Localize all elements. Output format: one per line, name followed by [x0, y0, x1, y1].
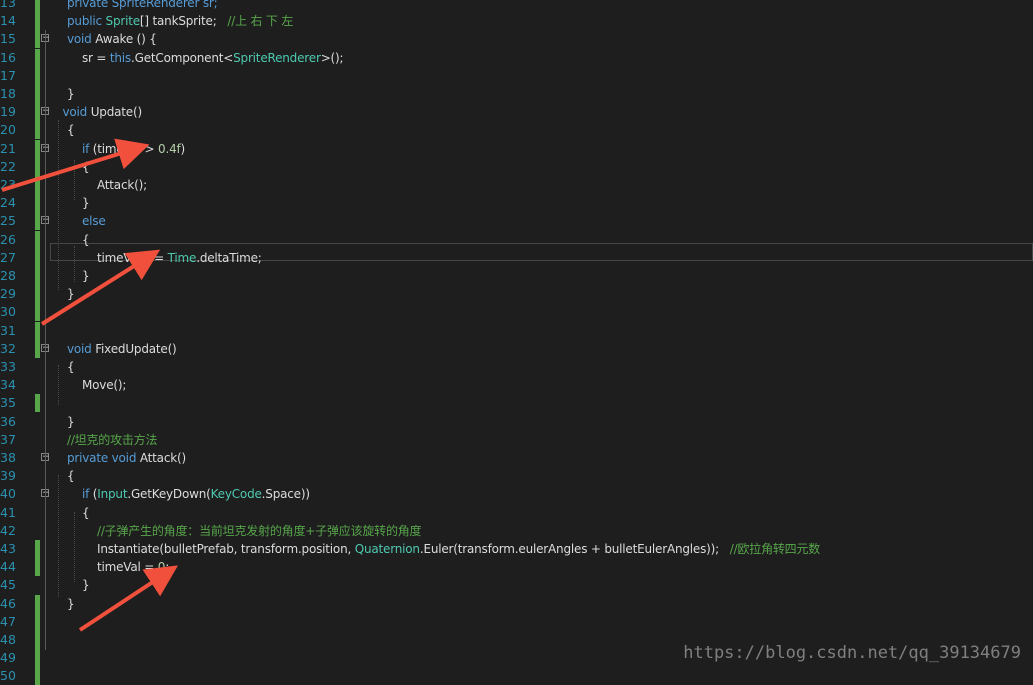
annotation-arrows	[1, 138, 179, 632]
annotation-arrow	[1, 138, 150, 192]
annotation-arrow	[40, 249, 161, 326]
annotation-arrow	[78, 565, 179, 632]
watermark: https://blog.csdn.net/qq_39134679	[683, 643, 1021, 663]
